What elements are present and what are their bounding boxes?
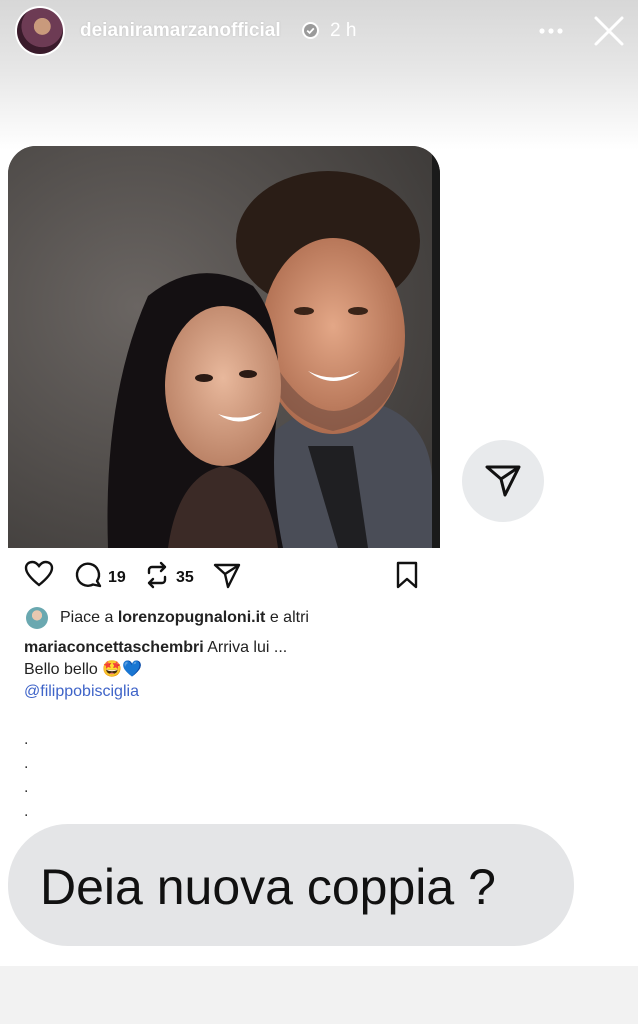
repost-icon	[142, 560, 172, 595]
share-button[interactable]	[462, 440, 544, 522]
more-icon[interactable]	[538, 21, 564, 41]
caption-user[interactable]: mariaconcettaschembri	[24, 639, 204, 656]
repost-button[interactable]: 35	[142, 560, 194, 595]
likes-prefix: Piace a	[60, 609, 114, 626]
caption-mention[interactable]: @filippobisciglia	[24, 681, 287, 703]
bottom-bar	[0, 966, 638, 1024]
caption-dots: . . . .	[24, 728, 28, 824]
comment-button[interactable]: 19	[74, 560, 126, 595]
comment-icon	[74, 560, 104, 595]
dot-line: .	[24, 779, 29, 796]
dot-line: .	[24, 755, 29, 772]
bookmark-icon[interactable]	[394, 560, 420, 590]
caption-line-2: Bello bello 🤩💙	[24, 661, 143, 678]
share-icon	[483, 459, 523, 504]
liker-avatar	[26, 607, 48, 629]
dot-line: .	[24, 803, 29, 820]
story-time: 2 h	[330, 20, 357, 41]
caption-line-1: mariaconcettaschembri Arriva lui ...	[24, 637, 287, 659]
sticker-text: Deia nuova coppia ?	[40, 859, 496, 915]
likes-text: Piace a lorenzopugnaloni.it e altri	[60, 609, 309, 627]
post-photo[interactable]	[8, 146, 440, 548]
send-icon[interactable]	[212, 560, 242, 590]
story-username[interactable]: deianiramarzanofficial	[80, 20, 281, 42]
reposts-count: 35	[176, 568, 194, 586]
story-header: deianiramarzanofficial 2 h	[0, 0, 638, 64]
heart-icon[interactable]	[24, 560, 54, 588]
post-actions: 19 35	[24, 560, 424, 592]
likes-row[interactable]: Piace a lorenzopugnaloni.it e altri	[26, 606, 309, 630]
likes-suffix: e altri	[269, 609, 309, 626]
comments-count: 19	[108, 568, 126, 586]
verified-icon	[302, 22, 319, 39]
likes-user[interactable]: lorenzopugnaloni.it	[118, 609, 266, 626]
caption-text: Arriva lui ...	[207, 639, 288, 656]
post-caption: mariaconcettaschembri Arriva lui ... Bel…	[24, 637, 287, 703]
dot-line: .	[24, 731, 29, 748]
profile-avatar[interactable]	[17, 8, 63, 54]
close-icon[interactable]	[592, 14, 626, 48]
